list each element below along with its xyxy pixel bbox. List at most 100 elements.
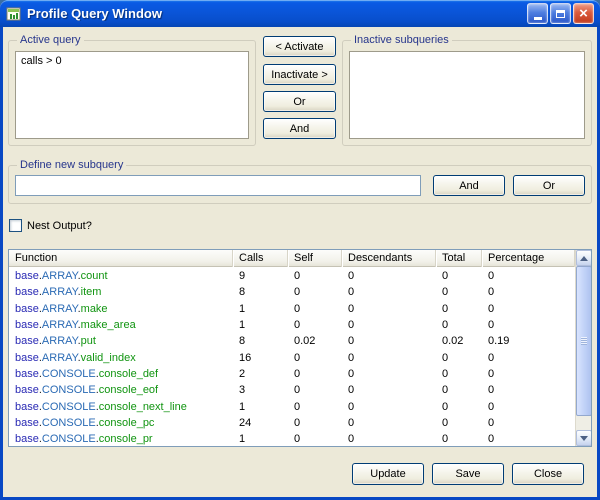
cell-descendants: 0 <box>342 417 436 429</box>
cell-descendants: 0 <box>342 270 436 282</box>
cell-descendants: 0 <box>342 319 436 331</box>
cell-descendants: 0 <box>342 368 436 380</box>
close-icon: × <box>579 6 588 21</box>
cell-total: 0 <box>436 433 482 445</box>
close-dialog-button[interactable]: Close <box>512 463 584 485</box>
subquery-input[interactable] <box>15 175 421 196</box>
app-icon <box>6 6 22 22</box>
cell-total: 0 <box>436 401 482 413</box>
cell-descendants: 0 <box>342 401 436 413</box>
cell-self: 0 <box>288 417 342 429</box>
cell-calls: 1 <box>233 303 288 315</box>
update-button[interactable]: Update <box>352 463 424 485</box>
cell-total: 0 <box>436 368 482 380</box>
scroll-down-button[interactable] <box>576 430 592 446</box>
cell-descendants: 0 <box>342 303 436 315</box>
cell-total: 0 <box>436 352 482 364</box>
cell-percentage: 0 <box>482 303 575 315</box>
cell-descendants: 0 <box>342 433 436 445</box>
cell-percentage: 0 <box>482 384 575 396</box>
cell-total: 0 <box>436 270 482 282</box>
subquery-and-button[interactable]: And <box>433 175 505 196</box>
query-item[interactable]: calls > 0 <box>16 52 248 68</box>
activate-button[interactable]: < Activate <box>263 36 336 57</box>
cell-percentage: 0 <box>482 368 575 380</box>
column-header-function[interactable]: Function <box>9 250 233 267</box>
column-header-total[interactable]: Total <box>436 250 482 267</box>
cell-percentage: 0 <box>482 401 575 413</box>
subquery-or-button[interactable]: Or <box>513 175 585 196</box>
table-row[interactable]: base.CONSOLE.console_eof30000 <box>9 382 575 398</box>
cell-self: 0 <box>288 319 342 331</box>
table-scrollbar[interactable] <box>575 250 591 446</box>
table-row[interactable]: base.ARRAY.count90000 <box>9 268 575 284</box>
cell-percentage: 0 <box>482 417 575 429</box>
table-row[interactable]: base.ARRAY.valid_index160000 <box>9 349 575 365</box>
active-query-list[interactable]: calls > 0 <box>15 51 249 139</box>
cell-descendants: 0 <box>342 286 436 298</box>
cell-self: 0 <box>288 433 342 445</box>
cell-percentage: 0 <box>482 319 575 331</box>
maximize-button[interactable] <box>550 3 571 24</box>
cell-total: 0.02 <box>436 335 482 347</box>
function-cell: base.CONSOLE.console_def <box>9 368 233 380</box>
inactivate-button[interactable]: Inactivate > <box>263 64 336 85</box>
cell-self: 0 <box>288 384 342 396</box>
cell-calls: 8 <box>233 335 288 347</box>
table-row[interactable]: base.ARRAY.make_area10000 <box>9 317 575 333</box>
cell-percentage: 0.19 <box>482 335 575 347</box>
cell-total: 0 <box>436 384 482 396</box>
column-header-self[interactable]: Self <box>288 250 342 267</box>
scroll-up-button[interactable] <box>576 250 592 266</box>
cell-self: 0 <box>288 286 342 298</box>
define-subquery-group: Define new subquery And Or <box>8 165 592 204</box>
table-row[interactable]: base.ARRAY.make10000 <box>9 301 575 317</box>
close-button[interactable]: × <box>573 3 594 24</box>
function-cell: base.ARRAY.count <box>9 270 233 282</box>
function-cell: base.CONSOLE.console_next_line <box>9 401 233 413</box>
cell-calls: 16 <box>233 352 288 364</box>
cell-percentage: 0 <box>482 433 575 445</box>
cell-calls: 8 <box>233 286 288 298</box>
nest-output-checkbox[interactable] <box>9 219 22 232</box>
table-row[interactable]: base.ARRAY.item80000 <box>9 284 575 300</box>
cell-self: 0 <box>288 270 342 282</box>
function-cell: base.ARRAY.make_area <box>9 319 233 331</box>
define-subquery-label: Define new subquery <box>17 159 126 172</box>
function-cell: base.ARRAY.make <box>9 303 233 315</box>
column-header-descendants[interactable]: Descendants <box>342 250 436 267</box>
minimize-button[interactable] <box>527 3 548 24</box>
cell-self: 0 <box>288 303 342 315</box>
inactive-subqueries-list[interactable] <box>349 51 585 139</box>
and-combine-button[interactable]: And <box>263 118 336 139</box>
minimize-icon <box>534 17 542 20</box>
active-query-label: Active query <box>17 34 84 47</box>
table-row[interactable]: base.CONSOLE.console_pc240000 <box>9 415 575 431</box>
column-header-calls[interactable]: Calls <box>233 250 288 267</box>
scroll-up-icon <box>580 256 588 261</box>
table-body: base.ARRAY.count90000base.ARRAY.item8000… <box>9 268 575 446</box>
or-combine-button[interactable]: Or <box>263 91 336 112</box>
window-title: Profile Query Window <box>27 6 525 21</box>
cell-calls: 1 <box>233 319 288 331</box>
table-row[interactable]: base.CONSOLE.console_next_line10000 <box>9 398 575 414</box>
table-row[interactable]: base.CONSOLE.console_def20000 <box>9 366 575 382</box>
cell-percentage: 0 <box>482 270 575 282</box>
scroll-thumb[interactable] <box>576 266 592 416</box>
table-row[interactable]: base.CONSOLE.console_pr10000 <box>9 431 575 446</box>
save-button[interactable]: Save <box>432 463 504 485</box>
cell-total: 0 <box>436 417 482 429</box>
scroll-down-icon <box>580 436 588 441</box>
profile-table: FunctionCallsSelfDescendantsTotalPercent… <box>8 249 592 447</box>
cell-self: 0 <box>288 352 342 364</box>
profile-query-window: Profile Query Window × Active query call… <box>0 0 600 500</box>
column-header-percentage[interactable]: Percentage <box>482 250 575 267</box>
titlebar[interactable]: Profile Query Window × <box>0 0 600 27</box>
cell-total: 0 <box>436 286 482 298</box>
function-cell: base.ARRAY.item <box>9 286 233 298</box>
cell-descendants: 0 <box>342 384 436 396</box>
cell-self: 0 <box>288 368 342 380</box>
function-cell: base.ARRAY.valid_index <box>9 352 233 364</box>
table-row[interactable]: base.ARRAY.put80.0200.020.19 <box>9 333 575 349</box>
cell-calls: 3 <box>233 384 288 396</box>
